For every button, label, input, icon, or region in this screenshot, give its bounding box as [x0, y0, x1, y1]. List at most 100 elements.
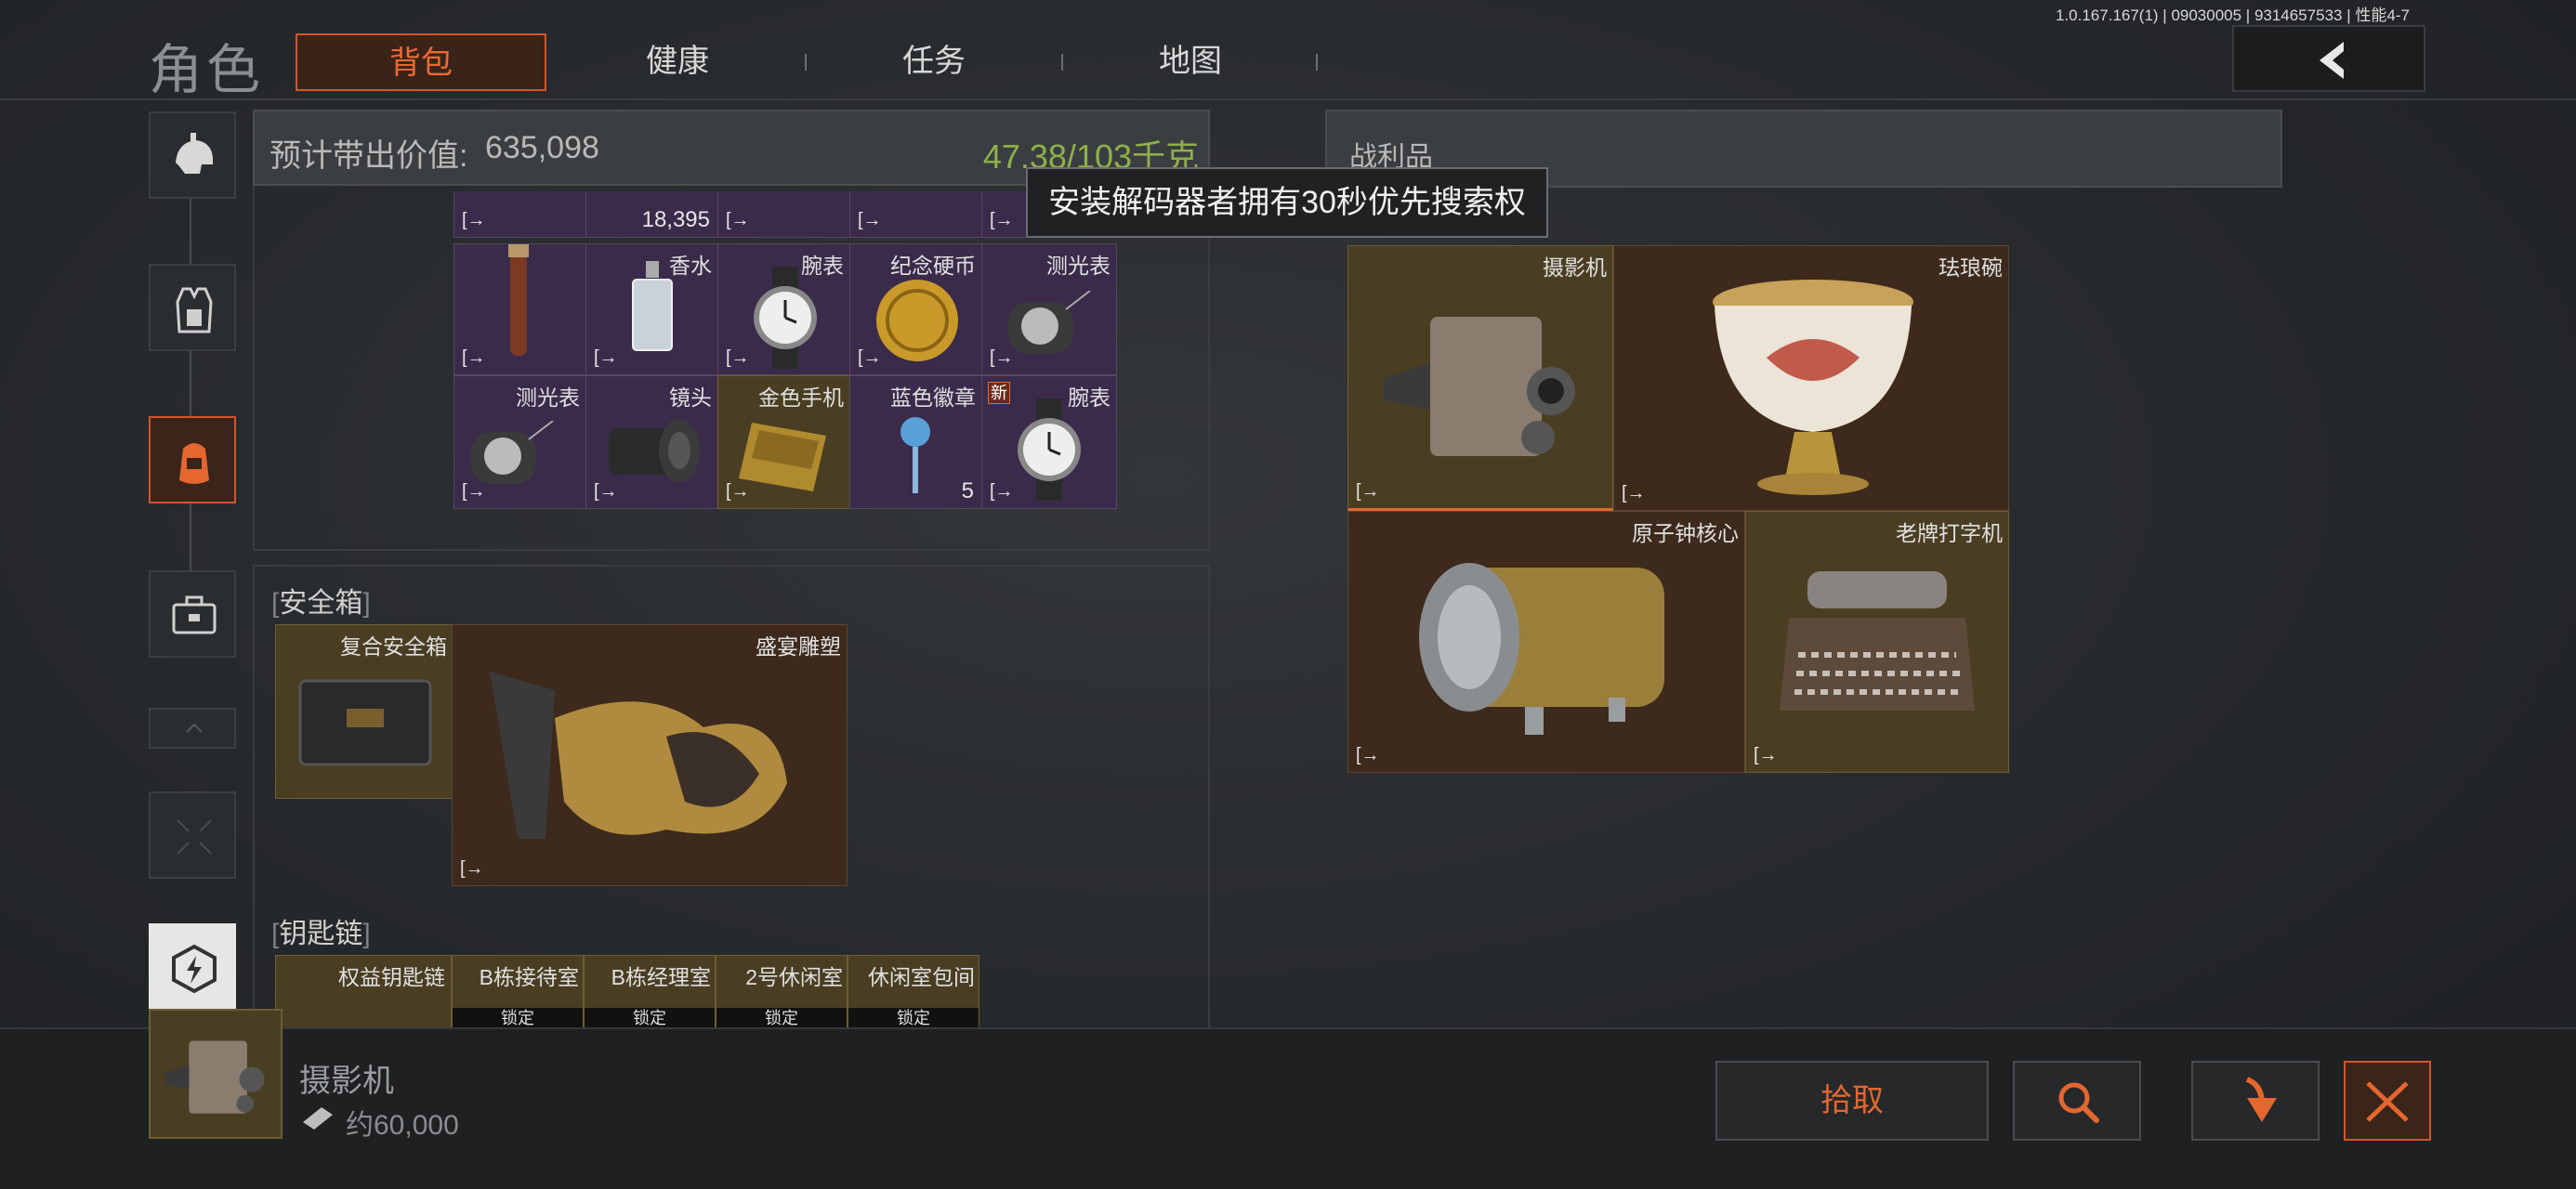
tab-separator	[805, 54, 807, 71]
slot-collapsed-icon	[186, 723, 203, 733]
item-name: 测光表	[1046, 254, 1111, 278]
side-item-empty-slot[interactable]	[149, 791, 236, 879]
backpack-item[interactable]: [→	[717, 191, 850, 238]
camera-lens-icon	[609, 419, 700, 482]
extract-icon: [→	[462, 347, 486, 368]
extract-icon: [→	[1356, 745, 1380, 765]
backpack-item[interactable]: 18,395	[585, 191, 718, 238]
atomic-clock-core-icon	[1419, 563, 1664, 735]
item-name: 复合安全箱	[340, 634, 447, 659]
extract-icon: [→	[594, 481, 618, 502]
loot-item[interactable]: 原子钟核心 [→	[1347, 511, 1745, 773]
side-item-armor[interactable]	[149, 264, 236, 351]
backpack-item[interactable]: 镜头 [→	[585, 375, 718, 509]
backpack-grid: [→ 18,395 [→ [→ [→ [→ 香水 [→ 腕表 [→ 纪念硬币 […	[453, 191, 1117, 509]
side-item-keychain[interactable]	[149, 923, 236, 1011]
extract-icon: [→	[1754, 745, 1778, 765]
backpack-item[interactable]: 蓝色徽章 5	[849, 375, 982, 509]
close-icon	[2366, 1081, 2409, 1122]
locked-label: 锁定	[848, 1008, 979, 1028]
backpack-item[interactable]: 金色手机 [→	[717, 375, 850, 509]
item-name: 休闲室包间	[868, 965, 975, 989]
perfume-bottle-icon	[632, 261, 673, 351]
backpack-item[interactable]: 香水 [→	[585, 243, 718, 375]
side-item-collapsed[interactable]	[149, 708, 236, 749]
backpack-item[interactable]: 纪念硬币 [→	[849, 243, 982, 375]
backpack-item[interactable]: [→	[453, 243, 586, 375]
gold-coin-icon	[876, 280, 958, 361]
new-badge: 新	[988, 382, 1010, 404]
back-button[interactable]	[2232, 25, 2425, 92]
loot-item[interactable]: 珐琅碗 [→	[1613, 245, 2009, 511]
extract-icon: [→	[1356, 481, 1380, 502]
armor-vest-icon	[176, 287, 213, 333]
safe-box-item[interactable]: 盛宴雕塑 [→	[452, 624, 848, 886]
backpack-item[interactable]: 测光表 [→	[981, 243, 1117, 375]
side-nav-line	[190, 186, 191, 576]
item-count: 18,395	[641, 207, 710, 232]
loot-item-selected[interactable]: 摄影机 [→	[1347, 245, 1613, 511]
blue-badge-icon	[900, 417, 930, 493]
wristwatch-icon	[754, 267, 817, 369]
keychain-item[interactable]: 权益钥匙链	[275, 955, 452, 1029]
safe-box-title: [安全箱]	[271, 588, 371, 619]
tab-separator	[1316, 54, 1318, 71]
safe-box-container[interactable]: 复合安全箱	[275, 624, 453, 799]
value-number: 635,098	[485, 130, 599, 165]
extract-icon: [→	[726, 481, 750, 502]
extract-icon: [→	[594, 347, 618, 368]
magnifier-icon	[508, 244, 529, 356]
side-item-helmet[interactable]	[149, 111, 236, 199]
backpack-icon	[179, 443, 209, 484]
search-button[interactable]	[2013, 1061, 2141, 1141]
drop-button[interactable]	[2191, 1061, 2320, 1141]
tooltip: 安装解码器者拥有30秒优先搜索权	[1026, 167, 1548, 238]
search-icon	[2058, 1082, 2099, 1123]
sculpture-icon	[490, 672, 787, 839]
extract-icon: [→	[460, 858, 484, 879]
item-name: 老牌打字机	[1896, 521, 2003, 545]
extract-icon: [→	[990, 210, 1014, 230]
tab-tasks[interactable]: 任务	[808, 33, 1059, 91]
keychain-item[interactable]: 2号休闲室 锁定	[716, 955, 848, 1029]
item-name: 蓝色徽章	[890, 385, 976, 410]
extract-icon: [→	[990, 347, 1014, 368]
extract-icon: [→	[1622, 483, 1646, 503]
backpack-item[interactable]: 腕表 [→	[717, 243, 850, 375]
extract-icon: [→	[462, 210, 486, 230]
keychain-item[interactable]: B栋经理室 锁定	[584, 955, 716, 1029]
pickup-button[interactable]: 拾取	[1715, 1061, 1989, 1141]
loot-grid: 摄影机 [→ 珐琅碗 [→ 原子钟核心 [→ 老牌打字机 [→	[1347, 245, 2009, 773]
backpack-item[interactable]: [→	[453, 191, 586, 238]
backpack-item[interactable]: [→	[849, 191, 982, 238]
close-button[interactable]	[2344, 1061, 2431, 1141]
item-name: 金色手机	[758, 385, 844, 410]
enamel-bowl-icon	[1713, 280, 1913, 495]
backpack-item[interactable]: 新 腕表 [→	[981, 375, 1117, 509]
tab-health[interactable]: 健康	[552, 33, 803, 91]
keychain-item[interactable]: B栋接待室 锁定	[452, 955, 584, 1029]
light-meter-icon	[1008, 291, 1091, 354]
side-item-safe-case[interactable]	[149, 570, 236, 658]
extract-icon: [→	[990, 481, 1014, 502]
tab-map[interactable]: 地图	[1065, 33, 1316, 91]
safe-case-icon	[172, 595, 217, 634]
item-name: 权益钥匙链	[338, 965, 445, 989]
extract-icon: [→	[726, 210, 750, 230]
locked-label: 锁定	[585, 1008, 715, 1028]
side-item-backpack[interactable]	[149, 416, 236, 503]
extract-icon: [→	[726, 347, 750, 368]
version-text: 1.0.167.167(1) | 09030005 | 9314657533 |…	[2056, 7, 2410, 24]
arrow-down-icon	[2245, 1077, 2277, 1122]
selected-item-value: 约60,000	[346, 1110, 459, 1141]
keychain-item[interactable]: 休闲室包间 锁定	[848, 955, 979, 1029]
backpack-item[interactable]: 测光表 [→	[453, 375, 586, 509]
money-icon	[303, 1107, 333, 1130]
value-label: 预计带出价值:	[269, 138, 468, 174]
item-name: 珐琅碗	[1939, 255, 2003, 280]
loot-item[interactable]: 老牌打字机 [→	[1745, 511, 2009, 773]
extract-icon: [→	[858, 210, 882, 230]
item-name: B栋经理室	[611, 965, 711, 989]
tab-backpack[interactable]: 背包	[296, 33, 546, 91]
item-name: 摄影机	[1543, 255, 1607, 280]
